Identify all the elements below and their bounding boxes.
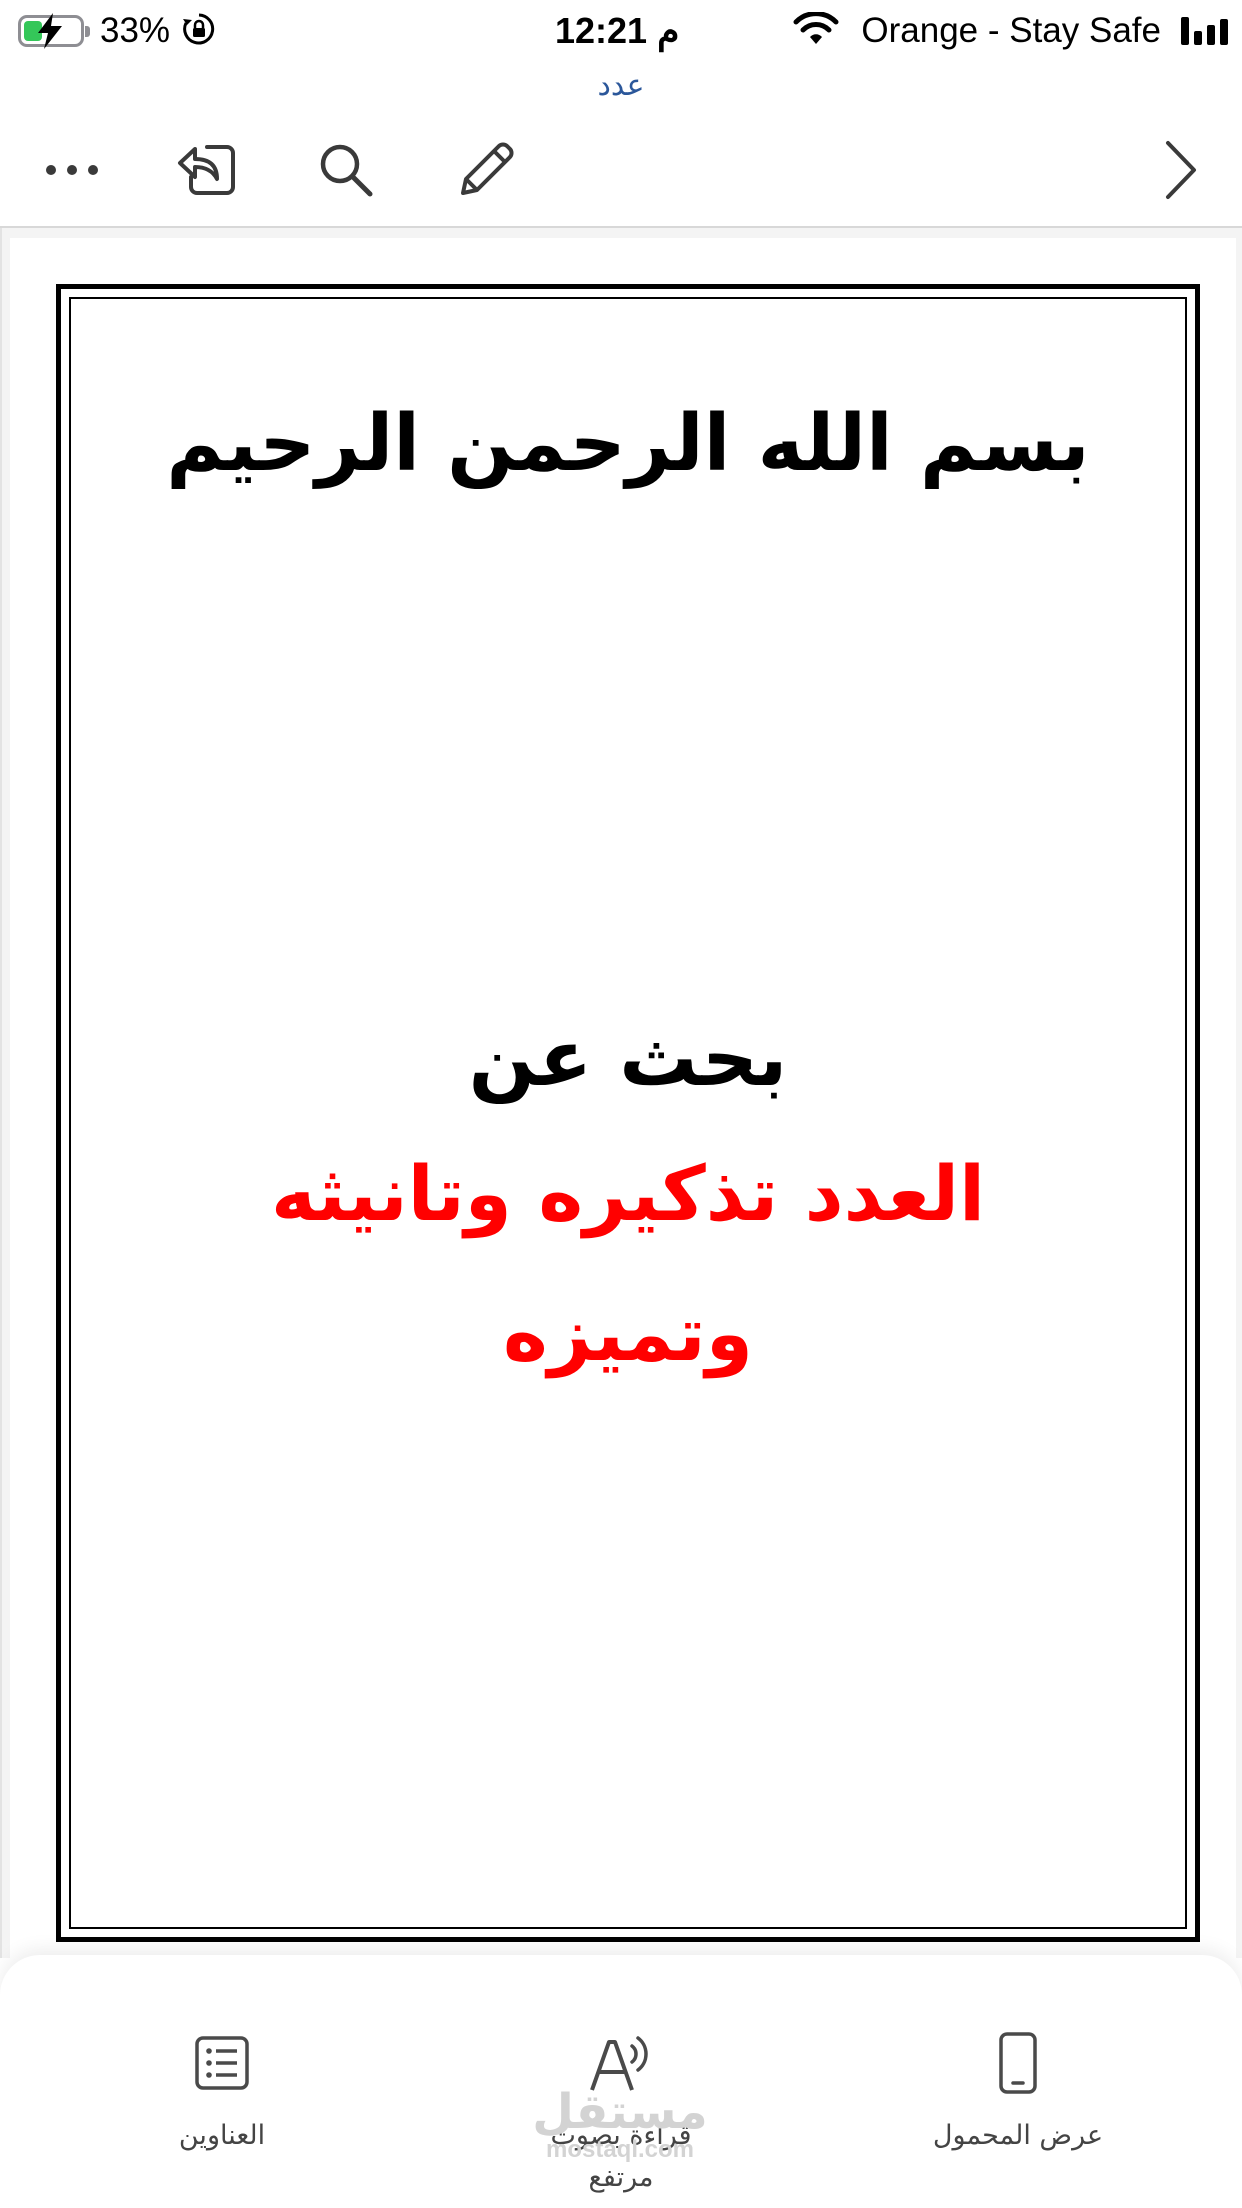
share-icon <box>178 145 235 195</box>
edit-button[interactable] <box>446 130 526 210</box>
battery-percent: 33% <box>100 11 171 50</box>
forward-button[interactable] <box>1140 130 1220 210</box>
more-button[interactable] <box>32 130 112 210</box>
research-intro: بحث عن <box>468 1014 788 1104</box>
signal-icon <box>1181 17 1228 45</box>
mostaql-watermark: مستقل mostaql.com <box>520 2088 720 2162</box>
search-button[interactable] <box>306 130 386 210</box>
research-title-line-1: العدد تذكيره وتانيثه <box>270 1149 986 1238</box>
status-right: Orange - Stay Safe <box>793 8 1228 54</box>
status-bar: 33% 12:21 م Orange - Stay Safe <box>0 0 1242 62</box>
read-aloud-label-line-2: مرتفع <box>588 2162 654 2193</box>
status-left: 33% <box>18 8 216 54</box>
page-border-inner <box>69 297 1187 1929</box>
bottom-panel: العناوين قراءة بصوت مرتفع عرض المحمول <box>0 1955 1242 2208</box>
clock: 12:21 م <box>555 10 680 51</box>
watermark-arabic: مستقل <box>532 2084 708 2140</box>
phone-icon <box>999 2032 1037 2094</box>
orientation-lock-icon <box>182 12 216 50</box>
mobile-view-label: عرض المحمول <box>932 2120 1104 2151</box>
watermark-latin: mostaql.com <box>545 2136 695 2163</box>
basmala-heading: بسم الله الرحمن الرحيم <box>166 399 1090 489</box>
mobile-view-button[interactable]: عرض المحمول <box>858 2025 1178 2157</box>
toolbar <box>0 110 1242 228</box>
headings-button[interactable]: العناوين <box>62 2025 382 2157</box>
headings-label: العناوين <box>178 2120 266 2151</box>
share-button[interactable] <box>168 130 248 210</box>
document-viewport[interactable]: بسم الله الرحمن الرحيم بحث عن العدد تذكي… <box>0 228 1242 1958</box>
wifi-icon <box>793 11 839 50</box>
chevron-right-icon <box>1166 141 1196 199</box>
document-page: بسم الله الرحمن الرحيم بحث عن العدد تذكي… <box>10 238 1236 1958</box>
pencil-icon <box>461 142 514 195</box>
battery-icon <box>18 13 90 49</box>
more-icon <box>46 165 98 175</box>
research-title-line-2: وتميزه <box>503 1289 753 1378</box>
page-border: بسم الله الرحمن الرحيم بحث عن العدد تذكي… <box>56 284 1200 1942</box>
list-icon <box>195 2036 249 2090</box>
carrier-name: Orange - Stay Safe <box>861 11 1161 50</box>
document-title[interactable]: عدد <box>0 68 1242 103</box>
search-icon <box>320 144 373 197</box>
